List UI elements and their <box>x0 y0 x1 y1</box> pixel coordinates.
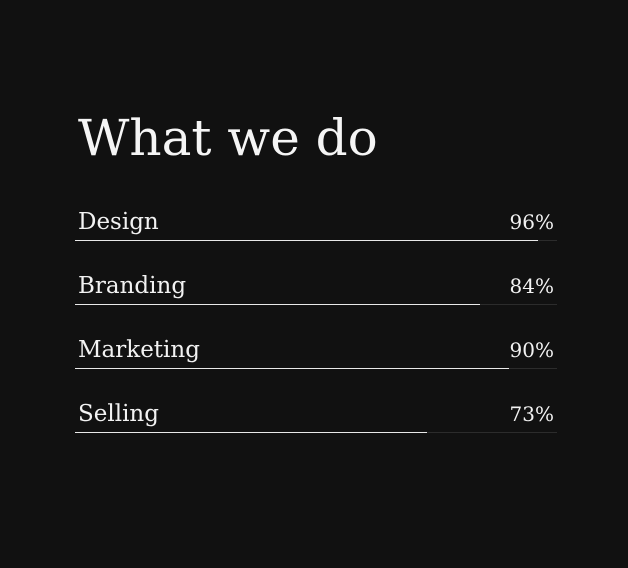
section-title: What we do <box>78 109 378 167</box>
skill-percent: 96% <box>509 210 554 234</box>
skill-item-marketing: Marketing 90% <box>75 333 557 369</box>
skill-percent: 90% <box>509 338 554 362</box>
skill-percent: 73% <box>509 402 554 426</box>
skill-label: Design <box>78 209 159 235</box>
progress-fill <box>75 368 509 369</box>
progress-track <box>75 304 557 305</box>
skill-list: Design 96% Branding 84% Marketing 90% Se… <box>75 205 557 461</box>
progress-track <box>75 432 557 433</box>
what-we-do-section: What we do Design 96% Branding 84% Marke… <box>0 0 628 568</box>
skill-item-selling: Selling 73% <box>75 397 557 433</box>
skill-label: Selling <box>78 401 159 427</box>
skill-item-design: Design 96% <box>75 205 557 241</box>
progress-track <box>75 240 557 241</box>
skill-label: Marketing <box>78 337 200 363</box>
progress-fill <box>75 432 427 433</box>
progress-track <box>75 368 557 369</box>
skill-percent: 84% <box>509 274 554 298</box>
skill-item-branding: Branding 84% <box>75 269 557 305</box>
skill-label: Branding <box>78 273 187 299</box>
progress-fill <box>75 304 480 305</box>
progress-fill <box>75 240 538 241</box>
